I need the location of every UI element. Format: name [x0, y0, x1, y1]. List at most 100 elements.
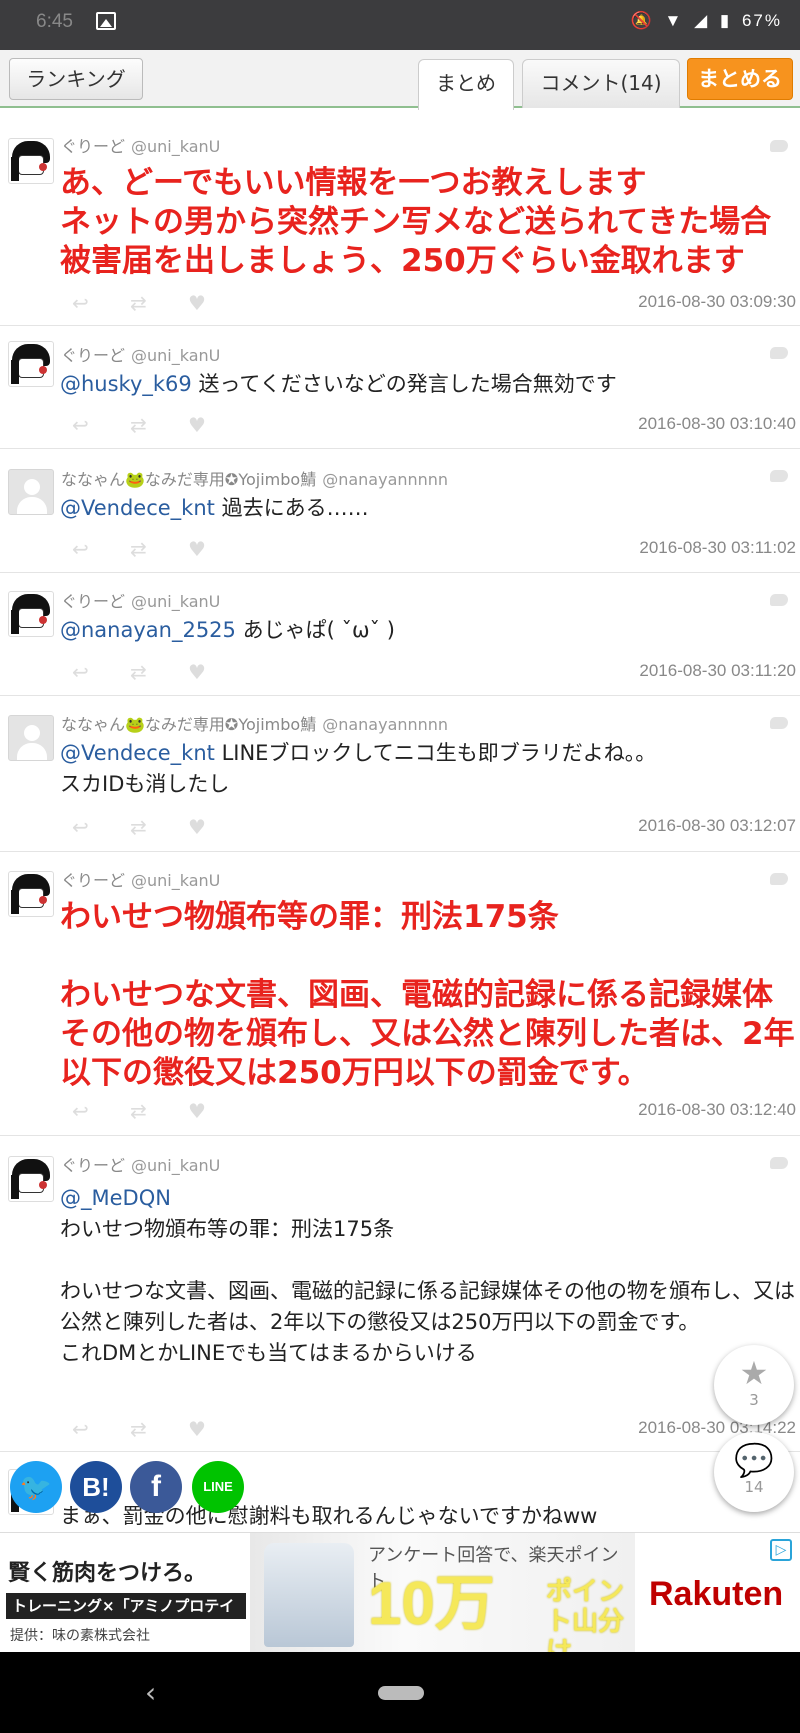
twitter-bird-icon[interactable]: [768, 466, 790, 484]
ad-big-number: 10万: [368, 1570, 495, 1637]
author[interactable]: ぐりーど @uni_kanU: [61, 342, 220, 366]
battery-level: 67%: [741, 11, 782, 30]
twitter-bird-icon[interactable]: [768, 869, 790, 887]
retweet-icon[interactable]: ⇄: [130, 817, 147, 837]
adchoices-icon[interactable]: ▷: [770, 1539, 792, 1561]
tab-matome[interactable]: まとめ: [418, 59, 514, 110]
avatar[interactable]: [8, 341, 54, 387]
signal-icon: ◢: [694, 11, 710, 30]
status-bar: 6:45 🔕 ▼ ◢ ▮ 67%: [0, 0, 800, 50]
rakuten-logo: Rakuten: [649, 1575, 784, 1613]
tweet-timestamp[interactable]: 2016-08-30 03:14:22: [638, 1418, 796, 1438]
mention-link[interactable]: @Vendece_knt: [60, 741, 215, 765]
wifi-icon: ▼: [664, 11, 684, 30]
mention-link[interactable]: @nanayan_2525: [60, 618, 236, 642]
mention-link[interactable]: @husky_k69: [60, 372, 192, 396]
matomeru-button[interactable]: まとめる: [687, 58, 793, 100]
heart-icon[interactable]: ♥: [188, 293, 206, 313]
system-icons: 🔕 ▼ ◢ ▮ 67%: [627, 11, 782, 31]
author[interactable]: ぐりーど @uni_kanU: [61, 588, 220, 612]
twitter-bird-icon: 🐦: [19, 1472, 53, 1502]
line-share-button[interactable]: LINE: [192, 1461, 244, 1513]
back-icon[interactable]: ‹: [145, 1676, 156, 1709]
author[interactable]: ななゃん🐸なみだ専用✪Yojimbo鯖 @nanayannnnn: [61, 466, 448, 490]
reply-icon[interactable]: ↩: [72, 415, 89, 435]
tweet-text: わいせつ物頒布等の罪：刑法175条 わいせつな文書、図画、電磁的記録に係る記録媒…: [60, 899, 795, 1091]
avatar[interactable]: [8, 138, 54, 184]
tweet-text: @nanayan_2525 あじゃぱ( ˇωˇ ): [60, 618, 395, 642]
tweet-item: ぐりーど @uni_kanU あ、どーでもいい情報を一つお教えします ネットの男か…: [0, 126, 800, 326]
retweet-icon[interactable]: ⇄: [130, 1419, 147, 1439]
heart-icon[interactable]: ♥: [188, 817, 206, 837]
twitter-bird-icon[interactable]: [768, 590, 790, 608]
retweet-icon[interactable]: ⇄: [130, 293, 147, 313]
twitter-bird-icon[interactable]: [768, 343, 790, 361]
reply-icon[interactable]: ↩: [72, 817, 89, 837]
tweet-text: @Vendece_knt LINEブロックしてニコ生も即ブラリだよね。。 スカI…: [60, 741, 657, 796]
home-pill[interactable]: [378, 1686, 424, 1700]
mention-link[interactable]: @_MeDQN: [60, 1186, 171, 1210]
mute-icon: 🔕: [630, 11, 654, 30]
author[interactable]: ななゃん🐸なみだ専用✪Yojimbo鯖 @nanayannnnn: [61, 711, 448, 735]
retweet-icon[interactable]: ⇄: [130, 539, 147, 559]
twitter-bird-icon[interactable]: [768, 136, 790, 154]
star-icon: ★: [739, 1354, 769, 1392]
tweet-item: ななゃん🐸なみだ専用✪Yojimbo鯖 @nanayannnnn @Vendece…: [0, 450, 800, 573]
avatar[interactable]: [8, 871, 54, 917]
reply-icon[interactable]: ↩: [72, 293, 89, 313]
avatar[interactable]: [8, 469, 54, 515]
avatar[interactable]: [8, 591, 54, 637]
twitter-bird-icon[interactable]: [768, 1153, 790, 1171]
hatena-share-button[interactable]: B!: [70, 1461, 122, 1513]
reply-icon[interactable]: ↩: [72, 539, 89, 559]
tweet-item: ぐりーど @uni_kanU @husky_k69 送ってくださいなどの発言した場…: [0, 327, 800, 449]
tweet-timestamp[interactable]: 2016-08-30 03:10:40: [638, 414, 796, 434]
author[interactable]: ぐりーど @uni_kanU: [61, 867, 220, 891]
retweet-icon[interactable]: ⇄: [130, 1101, 147, 1121]
tweet-text: @_MeDQN わいせつ物頒布等の罪：刑法175条 わいせつな文書、図画、電磁的…: [60, 1186, 795, 1365]
tweet-text: あ、どーでもいい情報を一つお教えします ネットの男から突然チン写メなど送られてき…: [60, 165, 772, 279]
heart-icon[interactable]: ♥: [188, 1101, 206, 1121]
speech-bubble-icon: 💬: [734, 1441, 774, 1479]
retweet-icon[interactable]: ⇄: [130, 662, 147, 682]
favorite-float-button[interactable]: ★ 3: [714, 1345, 794, 1425]
reply-icon[interactable]: ↩: [72, 1101, 89, 1121]
ad-left-panel: 賢く筋肉をつけろ。 トレーニング×「アミノプロテイン」 提供：味の素株式会社: [0, 1533, 250, 1653]
author[interactable]: ぐりーど @uni_kanU: [61, 1152, 220, 1176]
twitter-bird-icon[interactable]: [768, 713, 790, 731]
heart-icon[interactable]: ♥: [188, 539, 206, 559]
navigation-bar: ‹: [0, 1652, 800, 1733]
tab-comment[interactable]: コメント(14): [522, 59, 680, 108]
ranking-button[interactable]: ランキング: [9, 58, 143, 100]
ad-sponsor: 提供：味の素株式会社: [10, 1628, 150, 1644]
tweet-item: ななゃん🐸なみだ専用✪Yojimbo鯖 @nanayannnnn @Vendece…: [0, 697, 800, 852]
tweet-item: ぐりーど @uni_kanU @nanayan_2525 あじゃぱ( ˇωˇ ) …: [0, 574, 800, 696]
heart-icon[interactable]: ♥: [188, 662, 206, 682]
reply-icon[interactable]: ↩: [72, 662, 89, 682]
image-notification-icon: [96, 12, 116, 30]
ad-banner[interactable]: 賢く筋肉をつけろ。 トレーニング×「アミノプロテイン」 提供：味の素株式会社 ア…: [0, 1532, 800, 1667]
tweet-timestamp[interactable]: 2016-08-30 03:12:07: [638, 816, 796, 836]
ad-middle-panel: アンケート回答で、楽天ポイント 10万 ポイント山分け: [250, 1533, 635, 1667]
heart-icon[interactable]: ♥: [188, 1419, 206, 1439]
tweet-timestamp[interactable]: 2016-08-30 03:11:20: [639, 661, 796, 681]
retweet-icon[interactable]: ⇄: [130, 415, 147, 435]
ad-right-panel: ▷ Rakuten: [635, 1533, 800, 1653]
ad-tagline: トレーニング×「アミノプロテイン」: [6, 1593, 246, 1641]
tweet-timestamp[interactable]: 2016-08-30 03:11:02: [639, 538, 796, 558]
twitter-share-button[interactable]: 🐦: [10, 1461, 62, 1513]
tweet-text: @Vendece_knt 過去にある……: [60, 496, 369, 520]
facebook-share-button[interactable]: f: [130, 1461, 182, 1513]
avatar[interactable]: [8, 715, 54, 761]
battery-icon: ▮: [719, 11, 732, 30]
heart-icon[interactable]: ♥: [188, 415, 206, 435]
tweet-timestamp[interactable]: 2016-08-30 03:12:40: [638, 1100, 796, 1120]
comment-float-button[interactable]: 💬 14: [714, 1432, 794, 1512]
tweet-timestamp[interactable]: 2016-08-30 03:09:30: [638, 292, 796, 312]
reply-icon[interactable]: ↩: [72, 1419, 89, 1439]
tab-bar: ランキング まとめ コメント(14) まとめる: [0, 50, 800, 110]
avatar[interactable]: [8, 1156, 54, 1202]
author[interactable]: ぐりーど @uni_kanU: [61, 133, 220, 157]
mention-link[interactable]: @Vendece_knt: [60, 496, 215, 520]
comment-count: 14: [744, 1478, 764, 1496]
